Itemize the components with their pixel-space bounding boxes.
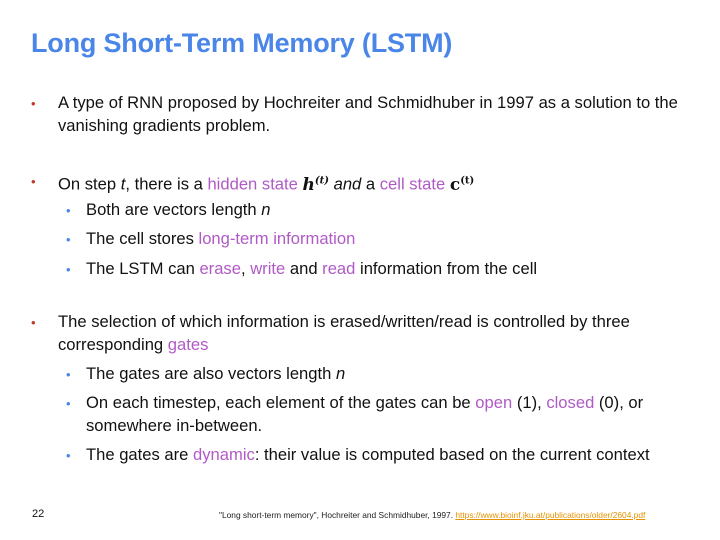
sub-bullet-long-term: The cell stores long-term information [86, 229, 356, 248]
bullet-rnn-definition: A type of RNN proposed by Hochreiter and… [58, 93, 678, 135]
sub-bullet-marker: • [66, 232, 71, 247]
sub-bullet-open-closed: On each timestep, each element of the ga… [86, 393, 644, 435]
sub-bullet-vector-length: Both are vectors length n [86, 200, 271, 219]
footnote-citation: "Long short-term memory", Hochreiter and… [219, 510, 646, 520]
bullet-gates-control: The selection of which information is er… [58, 312, 630, 354]
bullet-marker: • [31, 315, 36, 330]
paper-link[interactable]: https://www.bioinf.jku.at/publications/o… [455, 510, 645, 520]
hidden-state-symbol: h(t) [302, 174, 329, 195]
sub-bullet-marker: • [66, 203, 71, 218]
sub-bullet-gate-vectors: The gates are also vectors length n [86, 364, 346, 383]
sub-bullet-marker: • [66, 262, 71, 277]
bullet-marker: • [31, 174, 36, 189]
slide-title: Long Short-Term Memory (LSTM) [31, 28, 453, 58]
bullet-hidden-cell-state: On step t, there is a hidden state h(t) … [58, 174, 475, 195]
cell-state-symbol: c(t) [449, 174, 475, 195]
sub-bullet-erase-write-read: The LSTM can erase, write and read infor… [86, 259, 538, 278]
page-number: 22 [32, 508, 45, 520]
bullet-marker: • [31, 96, 36, 111]
sub-bullet-marker: • [66, 448, 71, 463]
sub-bullet-marker: • [66, 367, 71, 382]
sub-bullet-marker: • [66, 396, 71, 411]
sub-bullet-dynamic: The gates are dynamic: their value is co… [86, 445, 650, 464]
